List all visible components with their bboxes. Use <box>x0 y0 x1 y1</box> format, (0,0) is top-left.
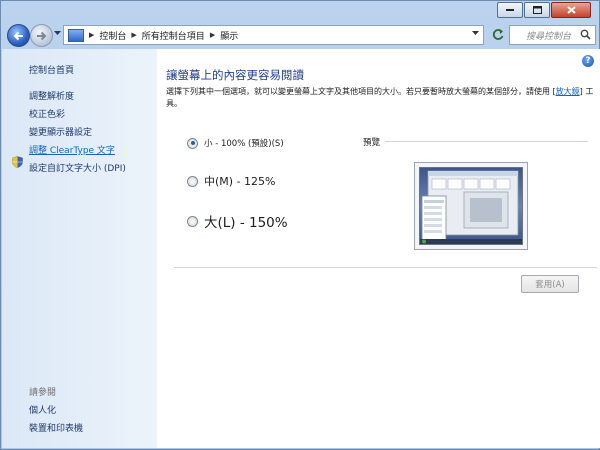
preview-image <box>414 162 528 250</box>
navigation-bar: ▶ 控制台 ▶ 所有控制台項目 ▶ 顯示 搜尋控制台 <box>1 21 599 47</box>
option-large-label[interactable]: 大(L) - 150% <box>204 211 288 231</box>
sidebar-item-change-display-settings[interactable]: 變更顯示器設定 <box>29 125 92 138</box>
breadcrumb-all-items[interactable]: 所有控制台項目 <box>142 29 205 42</box>
refresh-icon <box>492 28 503 40</box>
sidebar-item-personalization[interactable]: 個人化 <box>29 403 56 416</box>
control-panel-window: ▶ 控制台 ▶ 所有控制台項目 ▶ 顯示 搜尋控制台 控制台首頁 調整解析度 校… <box>0 0 600 450</box>
title-bar <box>1 1 599 19</box>
see-also-heading: 請參閱 <box>29 388 57 398</box>
breadcrumb-display[interactable]: 顯示 <box>220 29 238 42</box>
description-text: 選擇下列其中一個選項，就可以變更螢幕上文字及其他項目的大小。若只要暫時放大螢幕的… <box>166 87 556 96</box>
chevron-right-icon[interactable]: ▶ <box>210 31 215 39</box>
back-button[interactable] <box>7 24 30 47</box>
option-small-label[interactable]: 小 - 100% (預設)(S) <box>204 137 284 149</box>
chevron-right-icon[interactable]: ▶ <box>89 31 94 39</box>
option-medium-label[interactable]: 中(M) - 125% <box>204 173 275 189</box>
forward-arrow-icon <box>37 31 47 40</box>
left-pane: 控制台首頁 調整解析度 校正色彩 變更顯示器設定 調整 ClearType 文字… <box>2 49 157 448</box>
option-small[interactable]: 小 - 100% (預設)(S) <box>187 137 284 149</box>
search-box[interactable]: 搜尋控制台 <box>509 25 596 45</box>
radio-small[interactable] <box>187 137 198 149</box>
shield-icon <box>12 156 23 168</box>
content-divider <box>174 267 597 268</box>
search-icon[interactable] <box>580 29 591 40</box>
preview-desktop-icon <box>420 170 522 244</box>
preview-screen <box>419 167 523 245</box>
magnifier-link[interactable]: 放大鏡 <box>556 87 580 96</box>
minimize-button[interactable] <box>497 2 523 18</box>
sidebar-item-adjust-cleartype[interactable]: 調整 ClearType 文字 <box>29 143 115 156</box>
chevron-down-icon[interactable] <box>472 31 479 36</box>
breadcrumb-control-panel[interactable]: 控制台 <box>99 29 126 42</box>
maximize-icon <box>532 6 542 14</box>
page-description: 選擇下列其中一個選項，就可以變更螢幕上文字及其他項目的大小。若只要暫時放大螢幕的… <box>166 86 596 110</box>
sidebar-item-control-panel-home[interactable]: 控制台首頁 <box>29 63 74 76</box>
radio-large[interactable] <box>187 215 198 227</box>
help-icon[interactable]: ? <box>582 55 594 67</box>
preview-divider <box>385 141 588 142</box>
search-placeholder: 搜尋控制台 <box>526 31 572 42</box>
window-controls <box>496 2 591 18</box>
option-medium[interactable]: 中(M) - 125% <box>187 173 275 189</box>
sidebar-item-calibrate-color[interactable]: 校正色彩 <box>29 107 65 120</box>
radio-medium[interactable] <box>187 175 198 187</box>
sidebar-item-devices-printers[interactable]: 裝置和印表機 <box>29 421 83 434</box>
close-button[interactable] <box>551 2 591 18</box>
chevron-right-icon[interactable]: ▶ <box>131 31 136 39</box>
main-content: ? 讓螢幕上的內容更容易閱讀 選擇下列其中一個選項，就可以變更螢幕上文字及其他項… <box>157 49 600 448</box>
sidebar-item-adjust-resolution[interactable]: 調整解析度 <box>29 89 74 102</box>
back-arrow-icon <box>13 31 23 40</box>
recent-pages-dropdown[interactable] <box>54 31 61 36</box>
refresh-button[interactable] <box>490 26 506 42</box>
apply-button[interactable]: 套用(A) <box>521 275 579 293</box>
preview-label: 預覽 <box>363 138 381 148</box>
address-bar[interactable]: ▶ 控制台 ▶ 所有控制台項目 ▶ 顯示 <box>63 25 484 45</box>
option-large[interactable]: 大(L) - 150% <box>187 211 288 231</box>
close-icon <box>566 6 576 14</box>
sidebar-item-custom-text-size[interactable]: 設定自訂文字大小 (DPI) <box>29 161 126 174</box>
minimize-icon <box>506 8 514 11</box>
maximize-button[interactable] <box>524 2 550 18</box>
page-title: 讓螢幕上的內容更容易閱讀 <box>166 68 304 82</box>
control-panel-icon <box>68 28 84 42</box>
forward-button[interactable] <box>30 24 53 47</box>
